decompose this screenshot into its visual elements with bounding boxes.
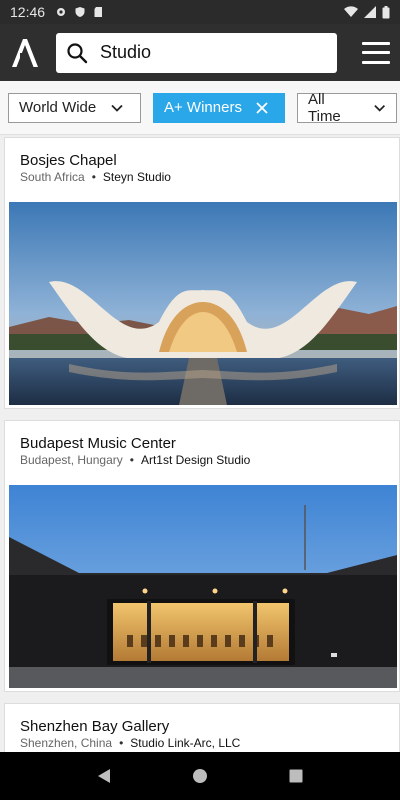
separator-dot: • (91, 170, 96, 184)
sd-card-icon (94, 7, 103, 17)
settings-icon (57, 8, 66, 16)
project-meta: South Africa • Steyn Studio (20, 170, 171, 184)
project-studio[interactable]: Art1st Design Studio (141, 453, 250, 467)
project-studio[interactable]: Steyn Studio (103, 170, 171, 184)
chapel-image (9, 202, 397, 405)
project-title[interactable]: Budapest Music Center (20, 435, 176, 452)
app-bar (0, 24, 400, 81)
home-button[interactable] (190, 766, 210, 786)
search-box[interactable] (56, 32, 337, 73)
period-filter-label: All Time (308, 90, 341, 125)
home-circle-icon (193, 769, 207, 783)
menu-line (362, 51, 390, 54)
search-input[interactable] (100, 42, 320, 63)
project-meta: Budapest, Hungary • Art1st Design Studio (20, 453, 250, 467)
separator-dot: • (129, 453, 134, 467)
project-card[interactable]: Shenzhen Bay Gallery Shenzhen, China • S… (4, 703, 400, 752)
status-indicators (344, 5, 390, 19)
menu-line (362, 41, 390, 45)
period-filter-dropdown[interactable]: All Time (297, 90, 397, 125)
project-feed[interactable]: Bosjes Chapel South Africa • Steyn Studi… (0, 135, 400, 752)
separator-dot: • (119, 736, 124, 750)
project-meta: Shenzhen, China • Studio Link-Arc, LLC (20, 736, 240, 750)
signal-icon (364, 6, 376, 18)
project-location: Budapest, Hungary (20, 453, 123, 467)
shield-icon (75, 7, 85, 17)
app-logo-icon[interactable] (10, 37, 40, 69)
project-studio[interactable]: Studio Link-Arc, LLC (130, 736, 240, 750)
status-time: 12:46 (10, 4, 46, 20)
search-icon (67, 42, 88, 63)
winners-filter-label: A+ Winners (164, 99, 242, 116)
project-photo[interactable] (9, 485, 397, 688)
chevron-down-icon (373, 104, 385, 112)
region-filter-label: World Wide (19, 99, 97, 116)
menu-line (362, 60, 390, 64)
project-card[interactable]: Budapest Music Center Budapest, Hungary … (4, 420, 400, 692)
chevron-down-icon (111, 104, 123, 112)
status-bar: 12:46 (0, 0, 400, 24)
winners-filter-chip[interactable]: A+ Winners (153, 92, 285, 123)
music-center-image (9, 485, 397, 688)
project-location: Shenzhen, China (20, 736, 113, 750)
project-photo[interactable] (9, 202, 397, 405)
back-triangle-icon (98, 769, 110, 783)
region-filter-dropdown[interactable]: World Wide (8, 92, 141, 123)
recents-square-icon (289, 769, 303, 783)
project-title[interactable]: Bosjes Chapel (20, 152, 117, 169)
recents-button[interactable] (286, 766, 306, 786)
project-location: South Africa (20, 170, 85, 184)
filter-bar: World Wide A+ Winners All Time (0, 81, 400, 135)
back-button[interactable] (94, 766, 114, 786)
project-card[interactable]: Bosjes Chapel South Africa • Steyn Studi… (4, 137, 400, 409)
system-nav-bar (0, 752, 400, 800)
wifi-icon (344, 6, 358, 17)
battery-icon (382, 5, 390, 18)
project-title[interactable]: Shenzhen Bay Gallery (20, 718, 169, 735)
close-icon[interactable] (256, 101, 268, 114)
hamburger-menu-icon[interactable] (362, 41, 390, 64)
